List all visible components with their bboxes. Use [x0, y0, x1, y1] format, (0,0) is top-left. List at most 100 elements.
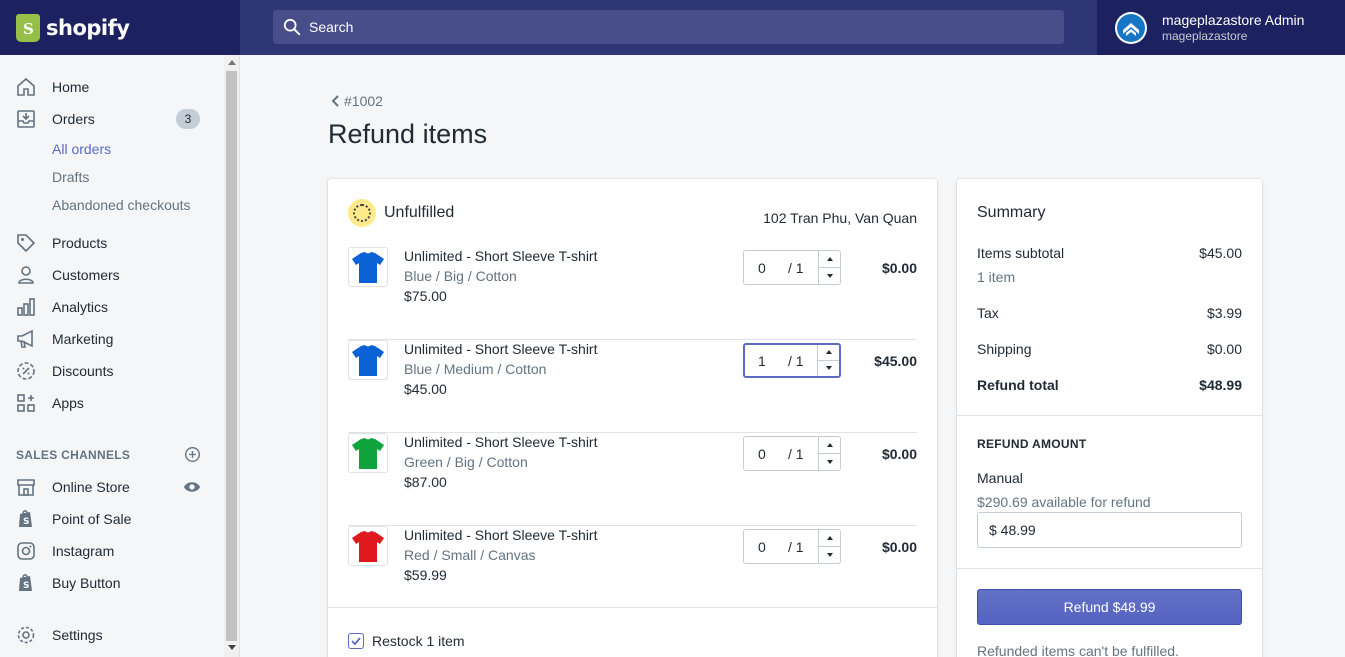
product-thumbnail — [348, 247, 388, 287]
store-name: mageplazastore — [1162, 28, 1248, 43]
add-channel-icon[interactable] — [184, 446, 201, 463]
store-logo-icon — [1117, 13, 1145, 42]
sidebar-subitem-abandoned-checkouts[interactable]: Abandoned checkouts — [52, 197, 191, 213]
refund-quantity-input[interactable]: 0 / 1 — [743, 250, 841, 285]
product-name[interactable]: Unlimited - Short Sleeve T-shirt — [404, 341, 597, 357]
sidebar-item-analytics[interactable]: Analytics — [14, 295, 108, 319]
analytics-icon — [14, 295, 38, 319]
summary-title: Summary — [977, 204, 1046, 221]
refund-quantity-input[interactable]: 0 / 1 — [743, 529, 841, 564]
sidebar-item-label: Instagram — [52, 543, 115, 559]
scroll-up-arrow-icon[interactable] — [228, 60, 236, 65]
product-variant: Blue / Big / Cotton — [404, 268, 517, 284]
sidebar-item-marketing[interactable]: Marketing — [14, 327, 113, 351]
sidebar-item-products[interactable]: Products — [14, 231, 107, 255]
page-title: Refund items — [328, 119, 488, 149]
sidebar-item-apps[interactable]: Apps — [14, 391, 84, 415]
refund-button[interactable]: Refund $48.99 — [977, 589, 1242, 625]
tshirt-icon — [352, 345, 384, 376]
search-icon — [283, 18, 301, 36]
decrement-button[interactable] — [819, 454, 840, 471]
sidebar-item-home[interactable]: Home — [14, 75, 89, 99]
sidebar: Home Orders 3 All orders Drafts Abandone… — [0, 55, 240, 657]
restock-checkbox[interactable] — [348, 633, 364, 649]
orders-icon — [14, 107, 38, 131]
refund-total-value: $48.99 — [1199, 377, 1242, 393]
store-icon — [14, 475, 38, 499]
decrement-button[interactable] — [819, 268, 840, 285]
refund-quantity-input[interactable]: 1 / 1 — [743, 343, 841, 378]
brand-name: shopify — [46, 15, 130, 40]
quantity-stepper[interactable] — [818, 530, 840, 563]
sidebar-item-customers[interactable]: Customers — [14, 263, 120, 287]
sidebar-item-label: Home — [52, 79, 90, 95]
sidebar-item-label: Marketing — [52, 331, 114, 347]
back-to-order-link[interactable]: #1002 — [344, 93, 383, 109]
sidebar-subitem-drafts[interactable]: Drafts — [52, 169, 89, 185]
refund-quantity-input[interactable]: 0 / 1 — [743, 436, 841, 471]
quantity-stepper[interactable] — [818, 437, 840, 470]
increment-button[interactable] — [819, 530, 840, 547]
refund-amount-input[interactable]: $ 48.99 — [977, 512, 1242, 548]
user-menu[interactable]: mageplazastore Admin mageplazastore — [1097, 0, 1345, 55]
search-input[interactable]: Search — [273, 10, 1064, 44]
quantity-max: / 1 — [788, 353, 804, 369]
discount-icon — [14, 359, 38, 383]
decrement-button[interactable] — [818, 361, 839, 377]
sidebar-item-label: Analytics — [52, 299, 109, 315]
user-name: mageplazastore Admin — [1162, 11, 1305, 28]
sidebar-scrollbar[interactable] — [224, 55, 239, 657]
line-item: Unlimited - Short Sleeve T-shirt Blue / … — [348, 340, 917, 433]
quantity-stepper[interactable] — [817, 345, 839, 376]
view-store-eye-icon[interactable] — [183, 479, 201, 495]
search-placeholder: Search — [309, 19, 354, 35]
scroll-down-arrow-icon[interactable] — [228, 645, 236, 650]
increment-button[interactable] — [819, 251, 840, 268]
restock-option[interactable]: Restock 1 item — [348, 633, 465, 649]
sidebar-item-online-store[interactable]: Online Store — [14, 475, 130, 499]
sidebar-item-orders[interactable]: Orders — [14, 107, 95, 131]
top-bar: shopify Search mageplazastore Admin mage… — [0, 0, 1345, 55]
breadcrumb[interactable]: #1002 — [330, 93, 383, 109]
product-price: $45.00 — [404, 381, 447, 397]
sidebar-item-discounts[interactable]: Discounts — [14, 359, 113, 383]
product-variant: Green / Big / Cotton — [404, 454, 528, 470]
refund-amount-heading: REFUND AMOUNT — [977, 437, 1087, 451]
tax-row: Tax $3.99 — [977, 305, 1242, 321]
gear-icon — [14, 623, 38, 647]
sidebar-item-settings[interactable]: Settings — [14, 623, 103, 647]
tax-value: $3.99 — [1206, 305, 1242, 321]
caret-down-icon — [826, 552, 833, 557]
product-thumbnail — [348, 526, 388, 566]
scrollbar-thumb[interactable] — [226, 71, 237, 641]
shopify-bag-icon — [16, 13, 40, 42]
divider — [957, 415, 1262, 416]
product-variant: Blue / Medium / Cotton — [404, 361, 547, 377]
orders-count-badge: 3 — [176, 109, 200, 129]
shipping-row: Shipping $0.00 — [977, 341, 1242, 357]
sidebar-item-instagram[interactable]: Instagram — [14, 539, 114, 563]
shopify-logo[interactable]: shopify — [0, 0, 240, 55]
product-name[interactable]: Unlimited - Short Sleeve T-shirt — [404, 434, 597, 450]
caret-down-icon — [825, 366, 832, 371]
product-name[interactable]: Unlimited - Short Sleeve T-shirt — [404, 248, 597, 264]
increment-button[interactable] — [818, 345, 839, 361]
tshirt-icon — [352, 438, 384, 469]
quantity-max: / 1 — [788, 539, 804, 555]
svg-text:S: S — [23, 581, 29, 591]
fulfillment-status: Unfulfilled — [384, 204, 455, 221]
sidebar-item-buy-button[interactable]: S Buy Button — [14, 571, 121, 595]
summary-card: Summary Items subtotal $45.00 1 item Tax… — [957, 179, 1262, 657]
product-thumbnail — [348, 340, 388, 380]
sidebar-item-point-of-sale[interactable]: S Point of Sale — [14, 507, 131, 531]
decrement-button[interactable] — [819, 547, 840, 564]
divider — [328, 607, 937, 608]
product-price: $87.00 — [404, 474, 447, 490]
quantity-value: 0 — [758, 539, 766, 555]
product-name[interactable]: Unlimited - Short Sleeve T-shirt — [404, 527, 597, 543]
sidebar-subitem-all-orders[interactable]: All orders — [52, 141, 111, 157]
shopify-bag-icon: S — [14, 571, 38, 595]
quantity-stepper[interactable] — [818, 251, 840, 284]
checkmark-icon — [351, 637, 361, 646]
increment-button[interactable] — [819, 437, 840, 454]
